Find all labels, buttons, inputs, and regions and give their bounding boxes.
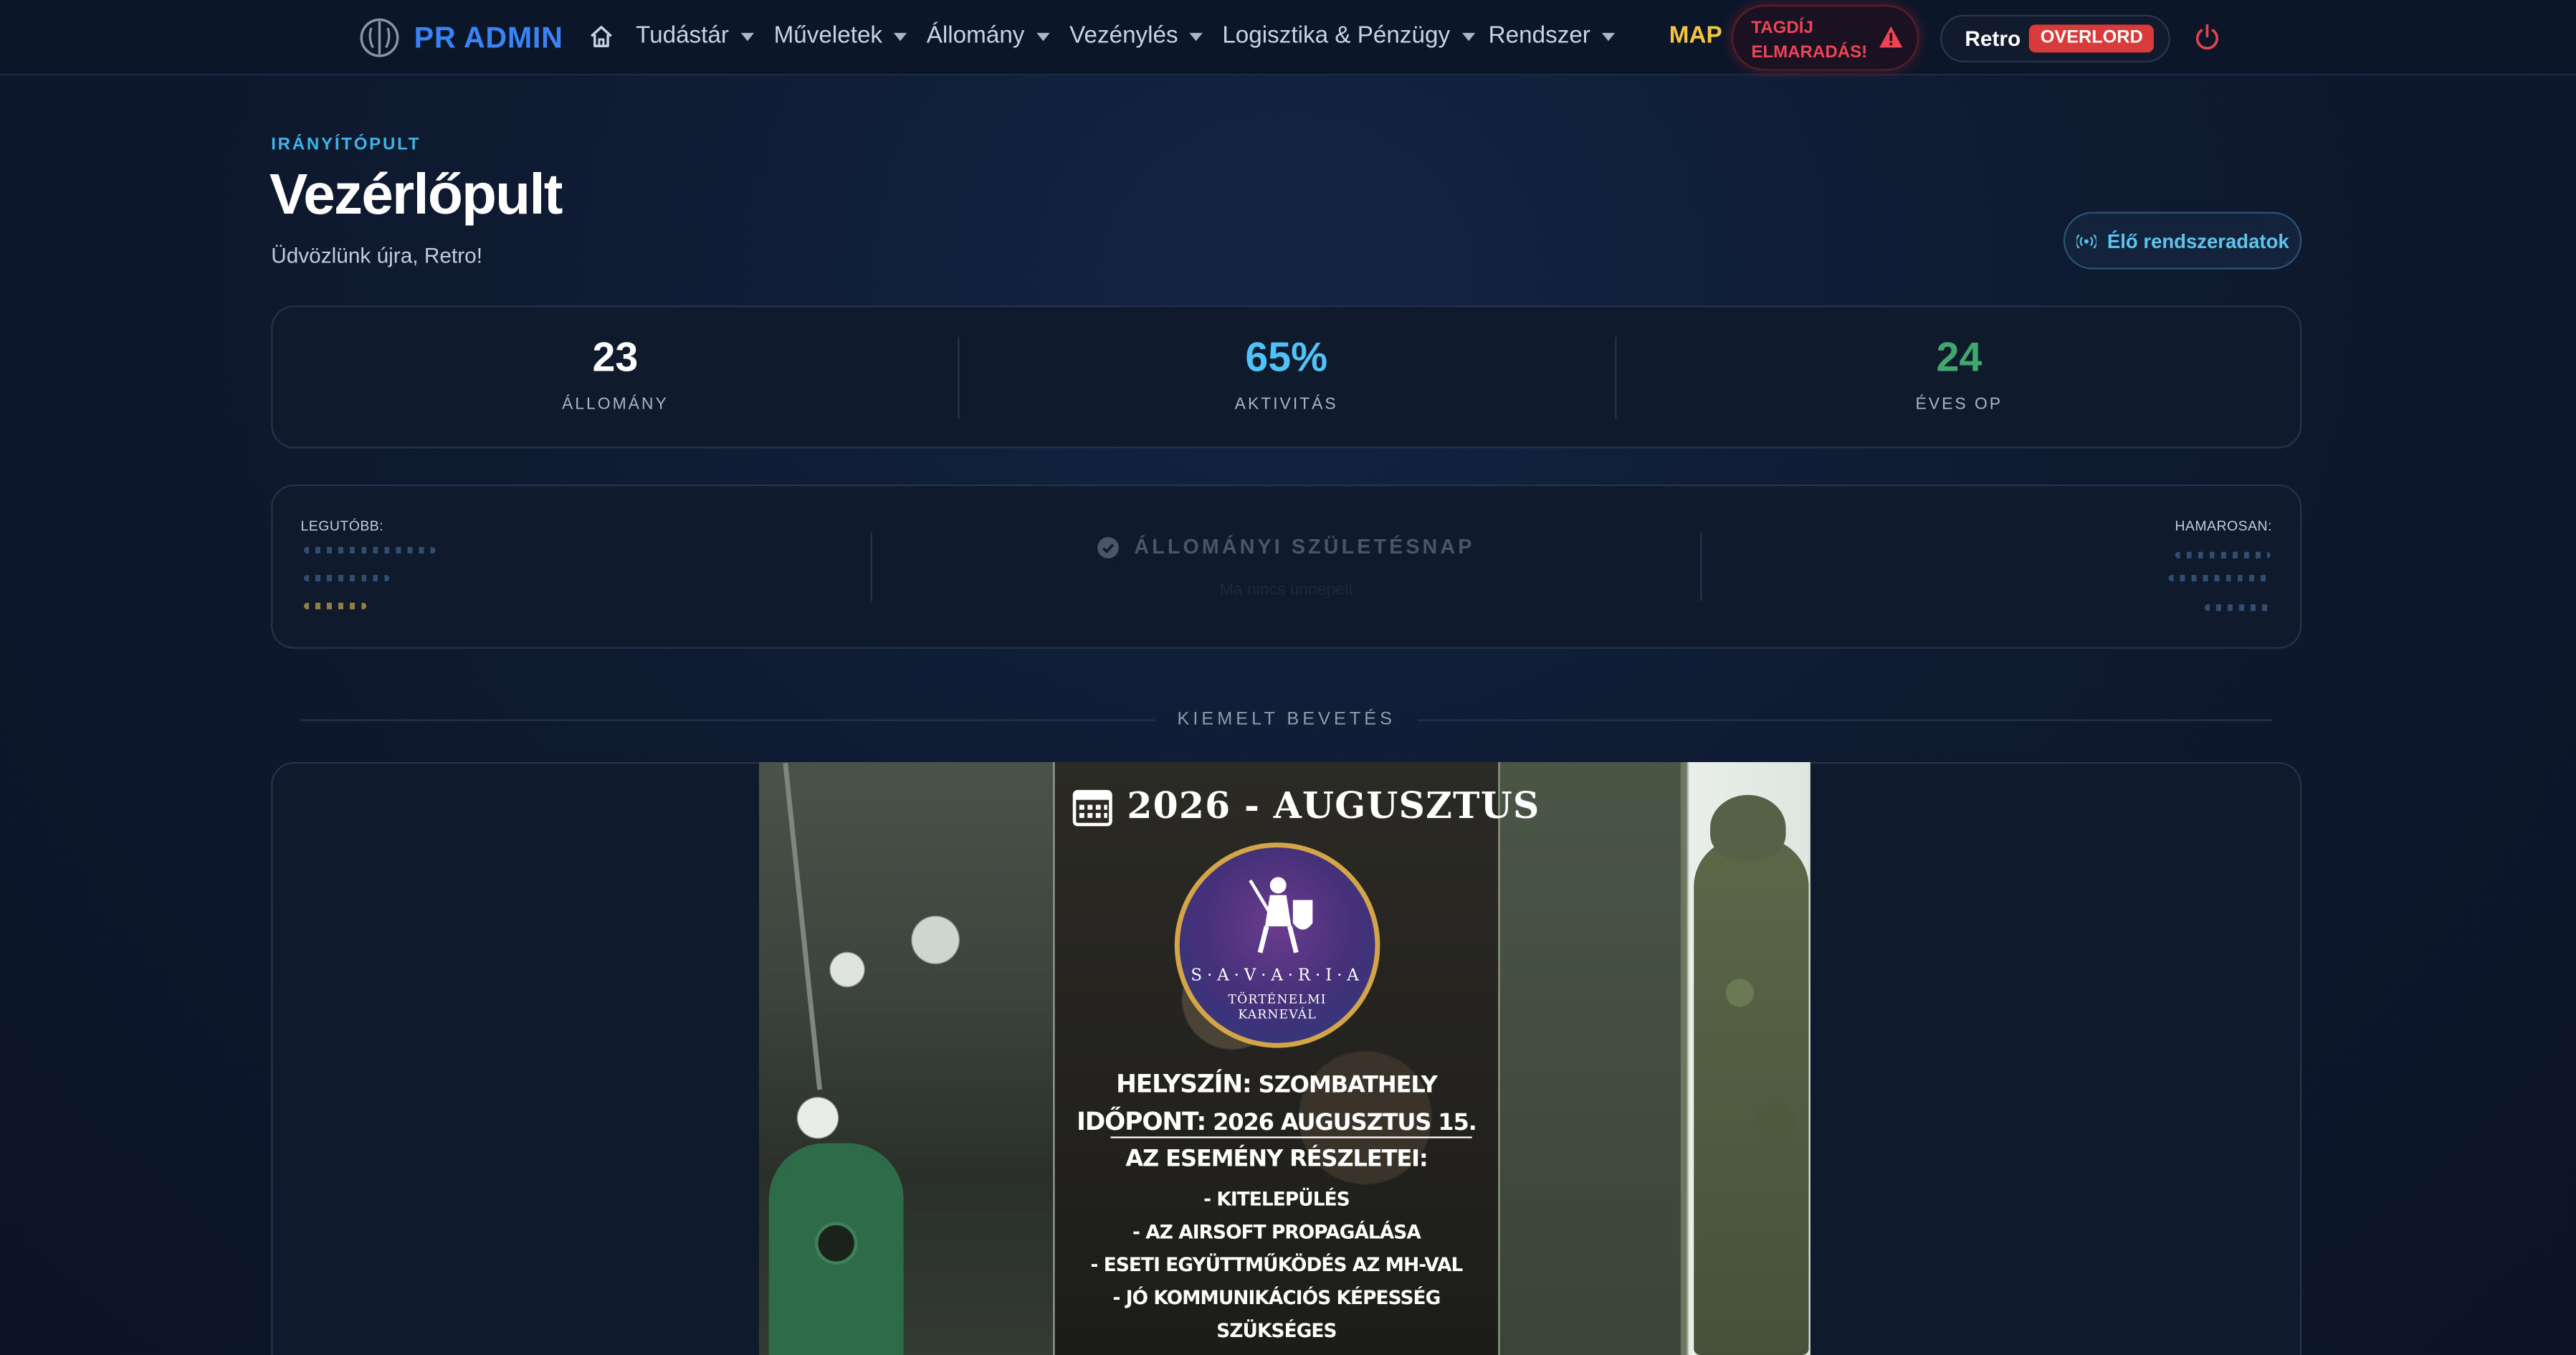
nav-item-tudastar[interactable]: Tudástár — [636, 23, 754, 49]
map-link[interactable]: MAP — [1669, 23, 1722, 49]
brand-name: PR ADMIN — [414, 20, 563, 54]
nav-item-label: Műveletek — [773, 23, 883, 49]
date-label: IDŐPONT: — [1077, 1107, 1206, 1137]
birthday-title: ÁLLOMÁNYI SZÜLETÉSNAP — [1134, 535, 1475, 558]
stat-label: AKTIVITÁS — [1234, 396, 1338, 414]
top-navbar: PR ADMIN Tudástár Műveletek Állomány Vez… — [0, 0, 2576, 76]
redacted-name — [2168, 574, 2271, 581]
birthday-card: LEGUTÓBB: ÁLLOMÁNYI SZÜLETÉSNAP Ma nincs… — [271, 484, 2302, 649]
logo-subtitle-line-1: TÖRTÉNELMI — [1228, 992, 1327, 1007]
nav-item-label: Vezénylés — [1069, 23, 1178, 49]
poster-time: IDŐPONT: 2026 AUGUSZTUS 15. — [1053, 1107, 1499, 1136]
stat-activity: 65% AKTIVITÁS — [958, 307, 1615, 450]
redacted-name — [2175, 551, 2271, 558]
calendar-icon — [1072, 789, 1112, 827]
stat-value: 65% — [1245, 335, 1328, 381]
details-item: - ESETI EGYÜTTMŰKÖDÉS AZ MH-VAL — [1090, 1252, 1463, 1277]
poster-photo-right — [1499, 761, 1811, 1355]
featured-section-heading: KIEMELT BEVETÉS — [300, 708, 2272, 731]
redacted-date — [304, 602, 367, 609]
live-system-data-button[interactable]: Élő rendszeradatok — [2063, 211, 2302, 270]
birthday-divider — [1700, 532, 1702, 602]
alert-line-1: TAGDÍJ — [1751, 18, 1813, 38]
logo-subtitle: TÖRTÉNELMI KARNEVÁL — [1180, 992, 1375, 1022]
stats-card: 23 ÁLLOMÁNY 65% AKTIVITÁS 24 ÉVES OP — [271, 305, 2303, 450]
nav-item-label: Állomány — [926, 23, 1025, 49]
nav-item-muveletek[interactable]: Műveletek — [774, 23, 907, 49]
upcoming-birthdays-label: HAMAROSAN: — [2175, 517, 2272, 534]
nav-item-rendszer[interactable]: Rendszer — [1489, 23, 1616, 49]
mannequin-soldier — [1694, 837, 1809, 1355]
poster-date-row: 2026 - AUGUSZTUS — [1071, 785, 1540, 828]
chevron-down-icon — [1189, 32, 1203, 42]
poster-rule — [1110, 1136, 1472, 1138]
details-item: - AZ AIRSOFT PROPAGÁLÁSA — [1132, 1220, 1421, 1244]
heading-rule — [1418, 718, 2272, 721]
alert-text: TAGDÍJ ELMARADÁS! — [1751, 16, 1867, 66]
date-value: 2026 AUGUSZTUS 15. — [1213, 1110, 1477, 1137]
home-icon[interactable] — [588, 23, 615, 49]
target-hole — [814, 1222, 858, 1265]
stat-value: 24 — [1936, 335, 1983, 381]
nav-item-allomany[interactable]: Állomány — [927, 23, 1049, 49]
roman-soldier-icon — [1249, 877, 1313, 954]
mannequin-helmet — [1710, 794, 1786, 861]
nav-item-label: Logisztika & Pénzügy — [1222, 23, 1451, 49]
rank-badge: OVERLORD — [2028, 24, 2155, 53]
details-heading: AZ ESEMÉNY RÉSZLETEI: — [1125, 1146, 1428, 1173]
poster-date: 2026 - AUGUSZTUS — [1127, 785, 1540, 828]
birthday-subtitle: Ma nincs ünnepelt — [1219, 580, 1353, 599]
location-label: HELYSZÍN: — [1116, 1069, 1252, 1099]
membership-fee-alert[interactable]: TAGDÍJ ELMARADÁS! — [1731, 4, 1919, 71]
check-circle-icon — [1097, 536, 1120, 558]
nav-item-logisztika[interactable]: Logisztika & Pénzügy — [1222, 23, 1475, 49]
broadcast-icon — [2076, 233, 2096, 248]
brand-link[interactable]: PR ADMIN — [358, 16, 563, 60]
stat-label: ÁLLOMÁNY — [562, 396, 669, 414]
live-button-label: Élő rendszeradatok — [2107, 229, 2289, 252]
chevron-down-icon — [1461, 32, 1475, 42]
page-title: Vezérlőpult — [269, 162, 563, 227]
recent-birthdays-label: LEGUTÓBB: — [300, 517, 384, 534]
welcome-text: Üdvözlünk újra, Retro! — [271, 243, 483, 268]
page-eyebrow: IRÁNYÍTÓPULT — [271, 134, 421, 155]
details-item: - KITELEPÜLÉS — [1203, 1187, 1350, 1211]
tent-pole — [783, 762, 823, 1090]
details-item: - JÓ KOMMUNIKÁCIÓS KÉPESSÉG SZÜKSÉGES — [1112, 1285, 1441, 1342]
savaria-logo: S·A·V·A·R·I·A TÖRTÉNELMI KARNEVÁL — [1174, 842, 1380, 1048]
warning-triangle-icon — [1879, 26, 1903, 48]
birthday-title-row: ÁLLOMÁNYI SZÜLETÉSNAP — [1097, 535, 1475, 558]
stat-annual-ops: 24 ÉVES OP — [1615, 307, 2303, 450]
logo-title: S·A·V·A·R·I·A — [1191, 967, 1364, 986]
alert-line-2: ELMARADÁS! — [1751, 42, 1868, 63]
poster-photo-left — [758, 761, 1054, 1355]
chevron-down-icon — [1601, 32, 1616, 42]
birthday-center: ÁLLOMÁNYI SZÜLETÉSNAP Ma nincs ünnepelt — [272, 536, 2299, 599]
user-menu[interactable]: Retro OVERLORD — [1940, 14, 2170, 63]
nav-item-label: Rendszer — [1488, 23, 1590, 49]
featured-section-title: KIEMELT BEVETÉS — [1177, 709, 1396, 730]
logo-subtitle-line-2: KARNEVÁL — [1238, 1007, 1317, 1022]
stat-label: ÉVES OP — [1915, 396, 2003, 414]
nav-item-vezenyles[interactable]: Vezénylés — [1069, 23, 1203, 49]
poster-location: HELYSZÍN: SZOMBATHELY — [1053, 1069, 1499, 1098]
tent-wall — [1499, 761, 1681, 1355]
chevron-down-icon — [740, 32, 754, 42]
power-logout-icon[interactable] — [2193, 23, 2221, 51]
location-value: SZOMBATHELY — [1258, 1072, 1438, 1099]
event-poster-image[interactable]: 2026 - AUGUSZTUS S·A·V·A·R·I·A TÖRTÉNELM… — [758, 761, 1811, 1355]
user-name: Retro — [1965, 26, 2021, 52]
laurel-logo-icon — [360, 18, 399, 57]
redacted-date — [2204, 604, 2271, 612]
stat-personnel: 23 ÁLLOMÁNY — [272, 307, 958, 450]
nav-item-label: Tudástár — [636, 23, 729, 49]
chevron-down-icon — [1036, 32, 1049, 42]
details-list: - KITELEPÜLÉS - AZ AIRSOFT PROPAGÁLÁSA -… — [1053, 1182, 1499, 1346]
stat-value: 23 — [592, 335, 639, 381]
chevron-down-icon — [894, 32, 907, 42]
heading-rule — [300, 718, 1155, 721]
